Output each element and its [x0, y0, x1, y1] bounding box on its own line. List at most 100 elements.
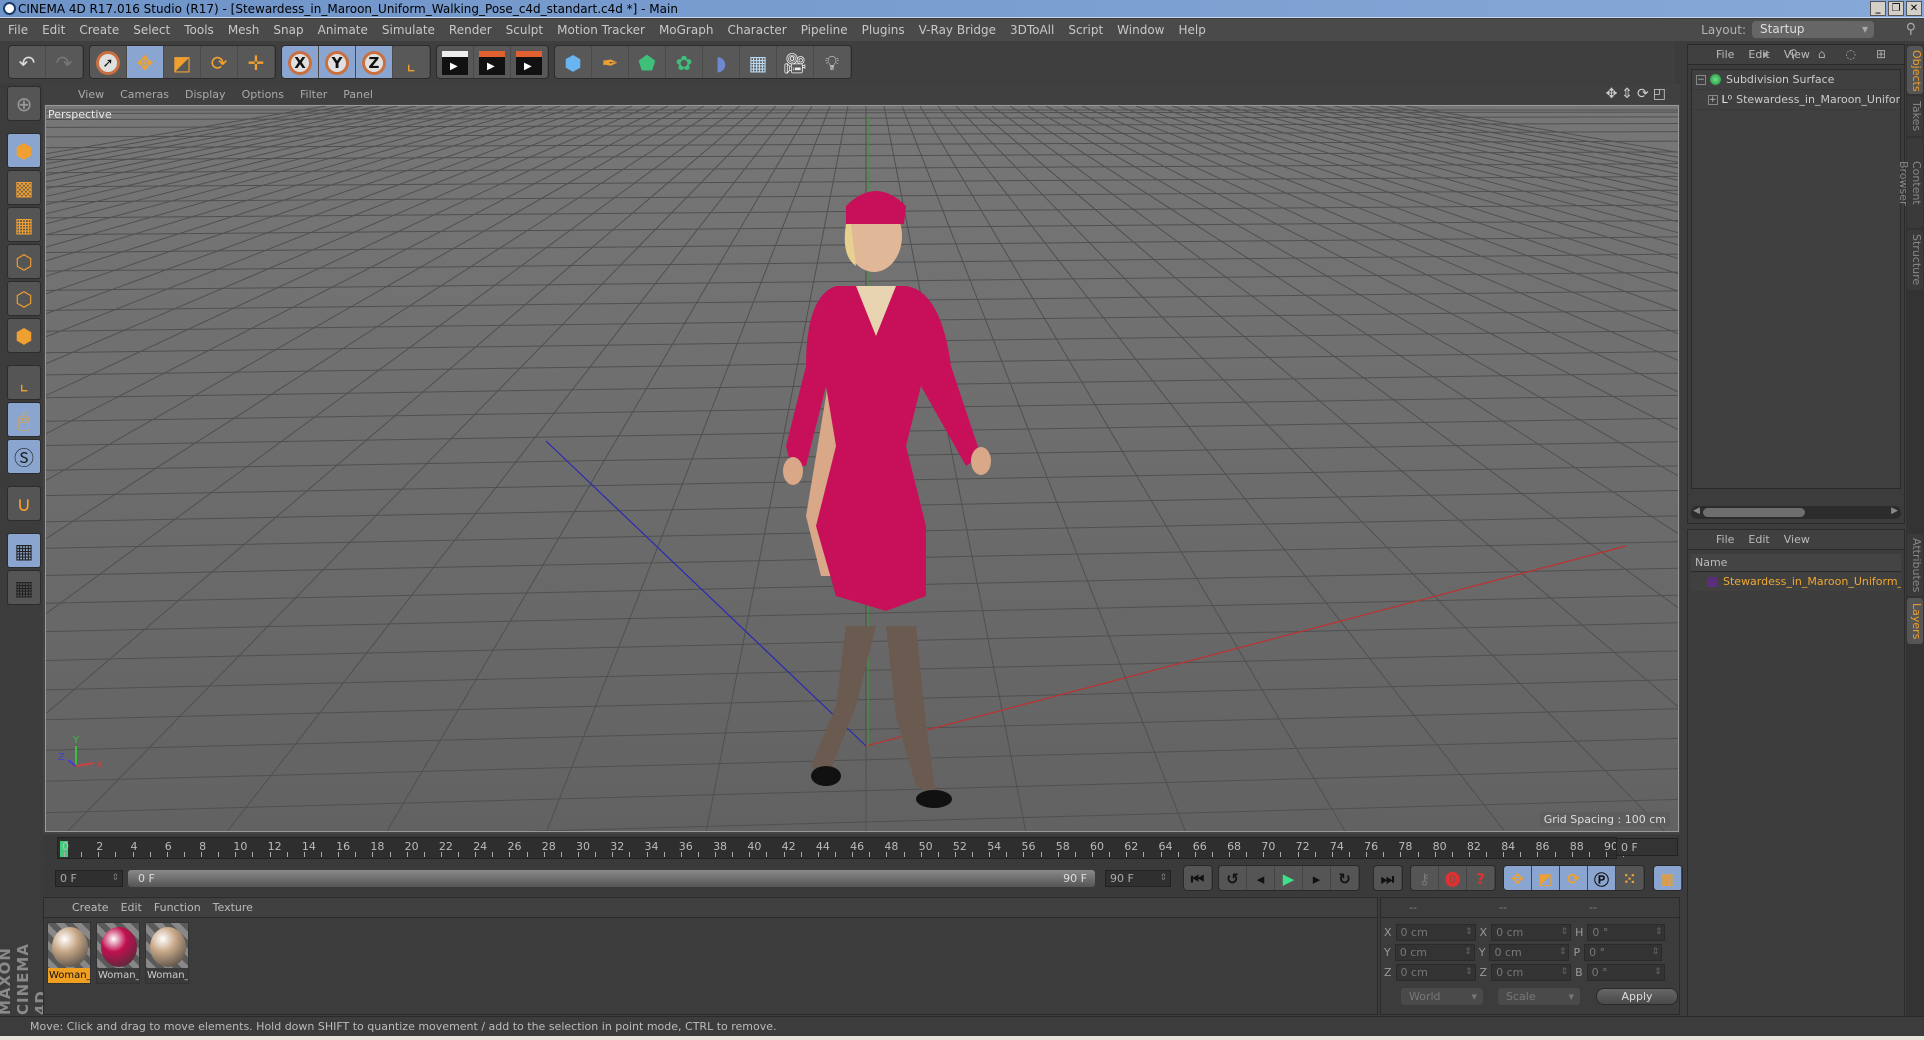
- layer-menu-view[interactable]: View: [1784, 533, 1810, 546]
- undo-button[interactable]: ↶: [9, 46, 46, 78]
- menu-plugins[interactable]: Plugins: [862, 23, 905, 37]
- tab-structure[interactable]: Structure: [1907, 230, 1923, 290]
- planar-workplane-button[interactable]: ▦: [7, 570, 41, 605]
- next-key-button[interactable]: ↻: [1331, 866, 1359, 890]
- light-button[interactable]: 💡︎: [814, 46, 851, 78]
- z-axis-button[interactable]: Z: [356, 46, 393, 78]
- material-menu-create[interactable]: Create: [72, 901, 109, 914]
- size-y-field[interactable]: 0 cm: [1489, 944, 1570, 961]
- record-button[interactable]: ⓿: [1439, 866, 1467, 890]
- menu-mesh[interactable]: Mesh: [228, 23, 260, 37]
- play-button[interactable]: ▶: [1275, 866, 1303, 890]
- menu-sculpt[interactable]: Sculpt: [506, 23, 543, 37]
- pen-spline-button[interactable]: ✒: [592, 46, 629, 78]
- go-to-end-button[interactable]: ⏭: [1374, 866, 1402, 890]
- timeline-button[interactable]: ▥: [1654, 866, 1682, 890]
- menu-window[interactable]: Window: [1117, 23, 1164, 37]
- menu-tools[interactable]: Tools: [184, 23, 214, 37]
- 3d-viewport[interactable]: Y X Z Perspective Grid Spacing : 100 cm: [45, 105, 1679, 832]
- layer-item[interactable]: Stewardess_in_Maroon_Uniform_Wa: [1691, 573, 1901, 591]
- previous-frame-button[interactable]: ◂: [1247, 866, 1275, 890]
- key-parameter-button[interactable]: Ⓟ: [1588, 866, 1616, 890]
- menu-edit[interactable]: Edit: [42, 23, 65, 37]
- next-frame-button[interactable]: ▸: [1303, 866, 1331, 890]
- tab-takes[interactable]: Takes: [1907, 96, 1923, 136]
- menu-file[interactable]: File: [8, 23, 28, 37]
- model-mode-button[interactable]: ⬢: [7, 133, 41, 168]
- end-frame-field[interactable]: 90 F: [1105, 870, 1171, 887]
- material-thumbnail[interactable]: Woman_: [47, 922, 91, 984]
- previous-key-button[interactable]: ↺: [1219, 866, 1247, 890]
- object-item[interactable]: + L⁰ Stewardess_in_Maroon_Uniform_W: [1692, 90, 1900, 110]
- make-editable-button[interactable]: ⊕: [7, 86, 41, 121]
- menu-animate[interactable]: Animate: [318, 23, 368, 37]
- menu-script[interactable]: Script: [1068, 23, 1103, 37]
- menu-motion-tracker[interactable]: Motion Tracker: [557, 23, 645, 37]
- tab-attributes[interactable]: Attributes: [1907, 534, 1923, 596]
- orbit-icon[interactable]: ⟳: [1637, 86, 1649, 102]
- eye-icon[interactable]: ◌: [1845, 47, 1855, 61]
- arrow-right-icon[interactable]: ▸: [1763, 47, 1769, 61]
- key-rotation-button[interactable]: ⟳: [1560, 866, 1588, 890]
- polygons-mode-button[interactable]: ⬢: [7, 318, 41, 353]
- material-thumbnail[interactable]: Woman_: [145, 922, 189, 984]
- menu-pipeline[interactable]: Pipeline: [801, 23, 848, 37]
- menu-character[interactable]: Character: [727, 23, 786, 37]
- layer-color-swatch[interactable]: [1707, 577, 1717, 587]
- current-frame-field[interactable]: 0 F: [1616, 838, 1678, 856]
- rotation-h-field[interactable]: 0 °: [1587, 924, 1666, 941]
- object-item[interactable]: − Subdivision Surface: [1692, 70, 1900, 90]
- maximize-icon[interactable]: ◰: [1653, 86, 1666, 102]
- search-icon[interactable]: ⚲: [1906, 21, 1916, 37]
- subdivision-button[interactable]: ⬟: [629, 46, 666, 78]
- x-axis-button[interactable]: X: [282, 46, 319, 78]
- frame-range-slider[interactable]: 0 F 90 F: [128, 870, 1095, 887]
- key-scale-button[interactable]: ◩: [1532, 866, 1560, 890]
- close-button[interactable]: ✕: [1906, 1, 1922, 16]
- position-y-field[interactable]: 0 cm: [1394, 944, 1475, 961]
- cube-button[interactable]: ⬢: [555, 46, 592, 78]
- viewport-menu-cameras[interactable]: Cameras: [120, 88, 169, 101]
- tab-objects[interactable]: Objects: [1907, 46, 1923, 94]
- camera-button[interactable]: 🎥︎: [777, 46, 814, 78]
- viewport-menu-filter[interactable]: Filter: [300, 88, 327, 101]
- axis-mode-button[interactable]: ⌞: [7, 365, 41, 400]
- size-x-field[interactable]: 0 cm: [1491, 924, 1572, 941]
- tab-content-browser[interactable]: Content Browser: [1897, 138, 1923, 228]
- menu-render[interactable]: Render: [449, 23, 492, 37]
- collapse-icon[interactable]: −: [1696, 74, 1706, 85]
- key-position-button[interactable]: ✥: [1504, 866, 1532, 890]
- coordinate-system-button[interactable]: ⌞: [393, 46, 430, 78]
- scale-button[interactable]: ◩: [164, 46, 201, 78]
- rotation-p-field[interactable]: 0 °: [1584, 944, 1663, 961]
- autokeying-button[interactable]: ?: [1467, 866, 1495, 890]
- scroll-left-icon[interactable]: ◀: [1693, 506, 1700, 516]
- solo-button[interactable]: Ⓢ: [7, 439, 41, 474]
- rotation-b-field[interactable]: 0 °: [1586, 964, 1665, 981]
- viewport-menu-panel[interactable]: Panel: [343, 88, 373, 101]
- menu-select[interactable]: Select: [133, 23, 170, 37]
- rotate-button[interactable]: ⟳: [201, 46, 238, 78]
- motion-record-button[interactable]: ⚷: [1411, 866, 1439, 890]
- object-list-scrollbar[interactable]: ◀ ▶: [1691, 506, 1901, 519]
- obj-menu-file[interactable]: File: [1716, 48, 1734, 61]
- timeline-ruler[interactable]: 0 2 4 6 8 10 12 14 16 18 20 22 24 26 28 30 32 34 36 38 40 42 4…: [57, 837, 1625, 859]
- size-z-field[interactable]: 0 cm: [1491, 964, 1572, 981]
- move-button[interactable]: ✥: [127, 46, 164, 78]
- position-x-field[interactable]: 0 cm: [1395, 924, 1476, 941]
- material-menu-function[interactable]: Function: [154, 901, 201, 914]
- menu-help[interactable]: Help: [1178, 23, 1205, 37]
- texture-mode-button[interactable]: ▩: [7, 170, 41, 205]
- edges-mode-button[interactable]: ⬡: [7, 281, 41, 316]
- scrollbar-thumb[interactable]: [1703, 508, 1805, 517]
- render-settings-button[interactable]: [511, 46, 548, 78]
- material-thumbnail[interactable]: Woman_: [96, 922, 140, 984]
- material-menu-edit[interactable]: Edit: [121, 901, 142, 914]
- locked-workplane-button[interactable]: ▦: [7, 533, 41, 568]
- menu-3dtoall[interactable]: 3DToAll: [1010, 23, 1054, 37]
- layout-dropdown[interactable]: Startup: [1752, 21, 1874, 38]
- menu-mograph[interactable]: MoGraph: [659, 23, 714, 37]
- menu-simulate[interactable]: Simulate: [382, 23, 435, 37]
- camera-label[interactable]: Perspective: [48, 108, 112, 121]
- size-mode-dropdown[interactable]: Scale: [1498, 988, 1580, 1005]
